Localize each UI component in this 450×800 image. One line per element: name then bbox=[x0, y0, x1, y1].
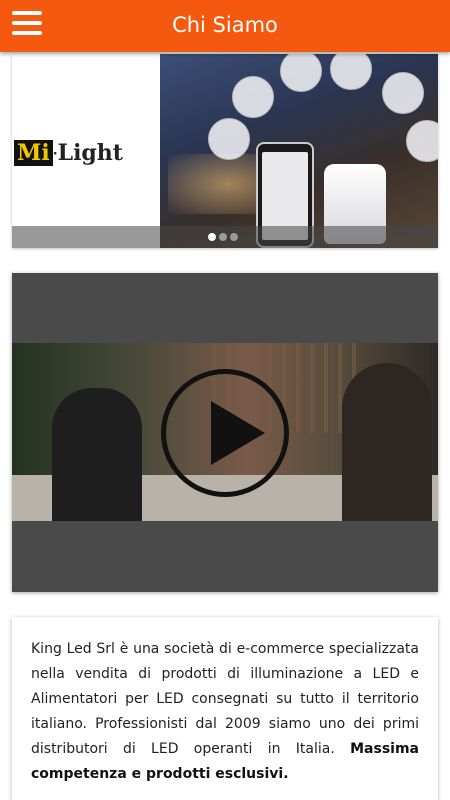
logo-suffix: Light bbox=[57, 140, 123, 166]
downlight-bubble bbox=[406, 120, 438, 162]
about-card: King Led Srl è una società di e-commerce… bbox=[12, 617, 438, 800]
slider-dot-1[interactable] bbox=[208, 233, 216, 241]
logo-prefix: Mi bbox=[14, 140, 53, 166]
play-icon bbox=[211, 401, 265, 465]
video-person-woman bbox=[342, 363, 432, 521]
slider-dots bbox=[208, 233, 238, 241]
page-title: Chi Siamo bbox=[172, 13, 278, 37]
slide-logo-panel: Mi ·Light bbox=[12, 54, 160, 248]
slide-product-image bbox=[160, 54, 438, 248]
slider-indicator-bar bbox=[12, 226, 438, 248]
led-strip-bubble bbox=[232, 76, 274, 118]
bulb-bubble bbox=[382, 72, 424, 114]
video-player[interactable] bbox=[12, 273, 438, 592]
page-content: Mi ·Light King Led Srl è una società di … bbox=[0, 52, 450, 800]
about-paragraph: King Led Srl è una società di e-commerce… bbox=[31, 637, 419, 787]
play-button[interactable] bbox=[161, 369, 289, 497]
goblet-bubble bbox=[208, 118, 250, 160]
slider-dot-2[interactable] bbox=[219, 233, 227, 241]
spotlight-bubble bbox=[280, 54, 322, 92]
video-person-man bbox=[52, 388, 142, 521]
image-slider[interactable]: Mi ·Light bbox=[12, 54, 438, 248]
slider-dot-3[interactable] bbox=[230, 233, 238, 241]
floodlight-bubble bbox=[330, 54, 372, 90]
app-header: Chi Siamo bbox=[0, 0, 450, 52]
about-text: King Led Srl è una società di e-commerce… bbox=[31, 641, 419, 757]
milight-logo: Mi ·Light bbox=[14, 140, 123, 166]
